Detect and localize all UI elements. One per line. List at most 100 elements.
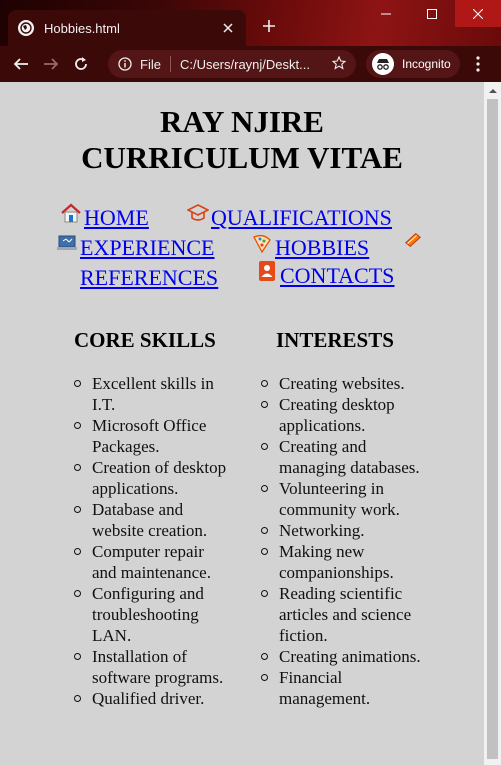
list-item-line: Creation of desktop bbox=[92, 458, 227, 477]
arrow-right-icon bbox=[44, 58, 59, 70]
info-icon bbox=[118, 57, 132, 71]
list-item-line: articles and science bbox=[279, 605, 412, 624]
list-item-line: I.T. bbox=[92, 395, 116, 414]
list-item-line: applications. bbox=[92, 479, 179, 498]
list-item-line: Networking. bbox=[279, 521, 365, 540]
plus-icon bbox=[263, 20, 275, 32]
list-item-line: Database and bbox=[92, 500, 184, 519]
address-scheme: File bbox=[140, 56, 161, 72]
incognito-indicator[interactable]: Incognito bbox=[366, 50, 460, 78]
window-controls bbox=[363, 0, 501, 27]
list-item: Qualified driver. bbox=[74, 688, 254, 709]
arrow-left-icon bbox=[13, 58, 28, 70]
list-item-line: applications. bbox=[279, 416, 366, 435]
incognito-icon bbox=[372, 53, 394, 75]
minimize-icon bbox=[381, 13, 391, 14]
page-title-subtitle: CURRICULUM VITAE bbox=[81, 140, 403, 175]
list-item-line: fiction. bbox=[279, 626, 328, 645]
maximize-icon bbox=[427, 8, 437, 19]
house-icon bbox=[61, 203, 81, 223]
list-item-line: managing databases. bbox=[279, 458, 420, 477]
list-item-line: Installation of bbox=[92, 647, 187, 666]
list-item: Configuring and troubleshooting LAN. bbox=[74, 583, 254, 646]
nav-link-home[interactable]: HOME bbox=[60, 202, 149, 230]
list-item: Creation of desktop applications. bbox=[74, 457, 254, 499]
list-item-line: and maintenance. bbox=[92, 563, 211, 582]
close-icon bbox=[473, 8, 483, 19]
list-item: Installation of software programs. bbox=[74, 646, 254, 688]
list-item: Creating websites. bbox=[261, 373, 461, 394]
scroll-up-arrow-icon[interactable] bbox=[484, 82, 501, 99]
nav-link-references-label: REFERENCES bbox=[80, 265, 219, 290]
star-icon[interactable] bbox=[331, 55, 347, 73]
globe-icon bbox=[18, 20, 34, 36]
list-item-line: community work. bbox=[279, 500, 400, 519]
vertical-scrollbar[interactable] bbox=[484, 82, 501, 765]
page-title: RAY NJIRE CURRICULUM VITAE bbox=[0, 104, 484, 176]
tab-title: Hobbies.html bbox=[44, 20, 120, 36]
minimize-button[interactable] bbox=[363, 0, 409, 27]
reload-button[interactable] bbox=[66, 49, 96, 79]
address-bar[interactable]: File C:/Users/raynj/Deskt... bbox=[108, 50, 356, 78]
list-item-line: LAN. bbox=[92, 626, 132, 645]
reload-icon bbox=[75, 57, 87, 70]
incognito-label: Incognito bbox=[402, 57, 451, 71]
scrollbar-thumb[interactable] bbox=[487, 99, 498, 759]
list-item-line: Reading scientific bbox=[279, 584, 403, 603]
list-item: Creating animations. bbox=[261, 646, 461, 667]
list-item-line: Creating desktop bbox=[279, 395, 395, 414]
list-item-line: website creation. bbox=[92, 521, 208, 540]
nav-link-contacts[interactable]: CONTACTS bbox=[256, 260, 394, 288]
list-item: Networking. bbox=[261, 520, 461, 541]
browser-tab[interactable]: Hobbies.html bbox=[8, 10, 246, 46]
core-skills-heading: CORE SKILLS bbox=[74, 328, 216, 352]
list-item-line: Creating and bbox=[279, 437, 367, 456]
nav-link-hobbies[interactable]: HOBBIES bbox=[251, 232, 369, 260]
menu-button[interactable] bbox=[468, 54, 488, 74]
laptop-icon bbox=[57, 235, 77, 250]
list-item-line: management. bbox=[279, 689, 371, 708]
contact-book-icon bbox=[259, 261, 275, 281]
list-item: Volunteering in community work. bbox=[261, 478, 461, 520]
list-item: Microsoft Office Packages. bbox=[74, 415, 254, 457]
nav-link-experience[interactable]: EXPERIENCE bbox=[56, 232, 214, 260]
nav-link-contacts-label: CONTACTS bbox=[280, 263, 395, 288]
nav-link-references[interactable]: REFERENCES bbox=[80, 262, 218, 290]
list-item: Database and website creation. bbox=[74, 499, 254, 541]
palette-icon bbox=[253, 234, 271, 254]
list-item-line: software programs. bbox=[92, 668, 224, 687]
back-button[interactable] bbox=[6, 49, 36, 79]
page-content: RAY NJIRE CURRICULUM VITAE HOME QUALIFIC… bbox=[0, 82, 484, 765]
new-tab-button[interactable] bbox=[258, 15, 280, 37]
nav-link-home-label: HOME bbox=[84, 205, 149, 230]
list-item: Financial management. bbox=[261, 667, 461, 709]
page-title-name: RAY NJIRE bbox=[160, 104, 324, 139]
list-item-line: Computer repair bbox=[92, 542, 204, 561]
nav-link-experience-label: EXPERIENCE bbox=[80, 235, 215, 260]
nav-link-hobbies-label: HOBBIES bbox=[275, 235, 370, 260]
close-icon[interactable] bbox=[220, 20, 236, 36]
list-item: Creating desktop applications. bbox=[261, 394, 461, 436]
interests-heading: INTERESTS bbox=[276, 328, 394, 352]
nav-link-qualifications[interactable]: QUALIFICATIONS bbox=[187, 202, 392, 230]
browser-title-bar: Hobbies.html bbox=[0, 0, 501, 46]
address-separator bbox=[169, 56, 171, 72]
list-item-line: Configuring and bbox=[92, 584, 204, 603]
list-item-line: Creating websites. bbox=[279, 374, 405, 393]
nav-link-qualifications-label: QUALIFICATIONS bbox=[211, 205, 392, 230]
more-vertical-icon bbox=[476, 56, 480, 72]
list-item-line: Microsoft Office bbox=[92, 416, 207, 435]
mortarboard-icon bbox=[187, 204, 209, 221]
list-item-line: Excellent skills in bbox=[92, 374, 214, 393]
window-close-button[interactable] bbox=[455, 0, 501, 27]
list-item-line: troubleshooting bbox=[92, 605, 199, 624]
maximize-button[interactable] bbox=[409, 0, 455, 27]
list-item-line: Creating animations. bbox=[279, 647, 421, 666]
list-item-line: Volunteering in bbox=[279, 479, 384, 498]
forward-button[interactable] bbox=[36, 49, 66, 79]
list-item-line: Making new bbox=[279, 542, 365, 561]
browser-toolbar: File C:/Users/raynj/Deskt... Incognito bbox=[0, 46, 501, 82]
list-item-line: Qualified driver. bbox=[92, 689, 205, 708]
list-item-line: Packages. bbox=[92, 437, 160, 456]
list-item: Excellent skills in I.T. bbox=[74, 373, 254, 415]
